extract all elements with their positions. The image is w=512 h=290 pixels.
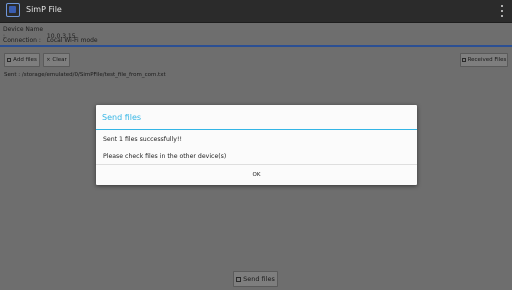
add-files-icon [7,58,12,62]
app-screen: SimP File Device Name : 10.0.3.15 Connec… [0,0,512,290]
send-files-button[interactable]: Send files [233,271,278,287]
send-files-dialog: Send files Sent 1 files successfully!! P… [96,105,417,185]
header-divider [0,45,512,47]
received-files-label: Received Files [467,57,507,63]
app-title: SimP File [26,5,62,14]
overflow-dot [501,10,503,12]
connection-row: Connection : Local Wi-Fi mode [3,37,98,44]
clear-icon: × [46,56,51,63]
ok-button[interactable]: OK [96,164,417,185]
overflow-menu-icon[interactable] [500,5,504,17]
clear-button[interactable]: × Clear [43,53,70,67]
send-files-icon [236,276,242,282]
connection-value: Local Wi-Fi mode [46,37,98,44]
overflow-dot [501,15,503,17]
connection-label: Connection : [3,37,41,44]
dialog-title-divider [96,129,417,130]
dialog-message-success: Sent 1 files successfully!! [103,136,182,143]
sent-file-path: Sent : /storage/emulated/0/SimPFile/test… [4,72,166,78]
add-files-label: Add files [13,57,37,63]
app-window-icon [6,3,20,17]
dialog-message-check: Please check files in the other device(s… [103,153,227,160]
clear-label: Clear [52,57,67,63]
received-files-button[interactable]: Received Files [460,53,508,67]
overflow-dot [501,5,503,7]
received-files-icon [461,58,466,62]
title-bar: SimP File [0,0,512,23]
add-files-button[interactable]: Add files [4,53,40,67]
send-files-label: Send files [243,275,275,283]
dialog-title: Send files [102,113,142,122]
